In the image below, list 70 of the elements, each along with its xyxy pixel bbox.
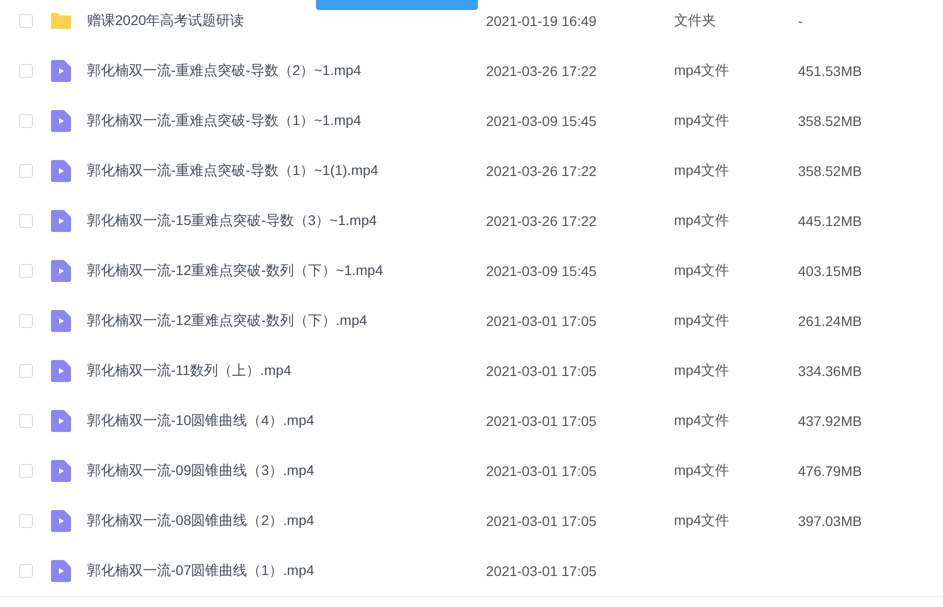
file-size: 476.79MB: [798, 463, 862, 479]
file-name[interactable]: 郭化楠双一流-11数列（上）.mp4: [87, 362, 486, 380]
file-type: mp4文件: [674, 162, 730, 180]
file-size: 358.52MB: [798, 163, 862, 179]
file-type: 文件夹: [674, 12, 717, 30]
file-name[interactable]: 郭化楠双一流-12重难点突破-数列（下）.mp4: [87, 312, 486, 330]
file-type: mp4文件: [674, 62, 730, 80]
modified-time: 2021-03-26 17:22: [486, 63, 598, 79]
checkbox[interactable]: [19, 264, 33, 278]
modified-time: 2021-03-09 15:45: [486, 113, 598, 129]
video-file-icon: [50, 559, 72, 583]
file-name[interactable]: 赠课2020年高考试题研读: [87, 12, 486, 30]
file-size: 437.92MB: [798, 413, 862, 429]
checkbox[interactable]: [19, 114, 33, 128]
file-type: mp4文件: [674, 512, 730, 530]
file-name[interactable]: 郭化楠双一流-15重难点突破-导数（3）~1.mp4: [87, 212, 486, 230]
checkbox[interactable]: [19, 214, 33, 228]
checkbox[interactable]: [19, 414, 33, 428]
modified-time: 2021-03-26 17:22: [486, 213, 598, 229]
modified-time: 2021-03-01 17:05: [486, 513, 598, 529]
file-size: 451.53MB: [798, 63, 862, 79]
checkbox[interactable]: [19, 164, 33, 178]
modified-time: 2021-03-01 17:05: [486, 363, 598, 379]
checkbox[interactable]: [19, 364, 33, 378]
file-name[interactable]: 郭化楠双一流-09圆锥曲线（3）.mp4: [87, 462, 486, 480]
video-file-icon: [50, 309, 72, 333]
file-type: mp4文件: [674, 312, 730, 330]
file-type: mp4文件: [674, 212, 730, 230]
video-file-icon: [50, 159, 72, 183]
video-file-icon: [50, 359, 72, 383]
video-file-icon: [50, 259, 72, 283]
file-type: mp4文件: [674, 462, 730, 480]
file-name[interactable]: 郭化楠双一流-重难点突破-导数（1）~1.mp4: [87, 112, 486, 130]
file-name[interactable]: 郭化楠双一流-重难点突破-导数（2）~1.mp4: [87, 62, 486, 80]
toolbar-button[interactable]: [316, 0, 478, 10]
file-type: mp4文件: [674, 262, 730, 280]
file-size: 403.15MB: [798, 263, 862, 279]
file-type: mp4文件: [674, 112, 730, 130]
checkbox[interactable]: [19, 314, 33, 328]
checkbox[interactable]: [19, 14, 33, 28]
video-file-icon: [50, 409, 72, 433]
file-type: mp4文件: [674, 412, 730, 430]
checkbox[interactable]: [19, 64, 33, 78]
modified-time: 2021-03-01 17:05: [486, 463, 598, 479]
file-size: 358.52MB: [798, 113, 862, 129]
modified-time: 2021-03-26 17:22: [486, 163, 598, 179]
file-size: 445.12MB: [798, 213, 862, 229]
file-name[interactable]: 郭化楠双一流-10圆锥曲线（4）.mp4: [87, 412, 486, 430]
video-file-icon: [50, 459, 72, 483]
file-name[interactable]: 郭化楠双一流-07圆锥曲线（1）.mp4: [87, 562, 486, 580]
file-size: 261.24MB: [798, 313, 862, 329]
modified-time: 2021-03-01 17:05: [486, 313, 598, 329]
modified-time: 2021-03-01 17:05: [486, 563, 598, 579]
file-size: -: [798, 13, 803, 29]
checkbox[interactable]: [19, 514, 33, 528]
file-size: 397.03MB: [798, 513, 862, 529]
modified-time: 2021-03-09 15:45: [486, 263, 598, 279]
file-name[interactable]: 郭化楠双一流-08圆锥曲线（2）.mp4: [87, 512, 486, 530]
file-name[interactable]: 郭化楠双一流-12重难点突破-数列（下）~1.mp4: [87, 262, 486, 280]
file-name[interactable]: 郭化楠双一流-重难点突破-导数（1）~1(1).mp4: [87, 162, 486, 180]
checkbox[interactable]: [19, 464, 33, 478]
video-file-icon: [50, 59, 72, 83]
video-file-icon: [50, 109, 72, 133]
modified-time: 2021-03-01 17:05: [486, 413, 598, 429]
video-file-icon: [50, 509, 72, 533]
file-type: mp4文件: [674, 362, 730, 380]
video-file-icon: [50, 209, 72, 233]
checkbox[interactable]: [19, 564, 33, 578]
modified-time: 2021-01-19 16:49: [486, 13, 598, 29]
file-size: 334.36MB: [798, 363, 862, 379]
